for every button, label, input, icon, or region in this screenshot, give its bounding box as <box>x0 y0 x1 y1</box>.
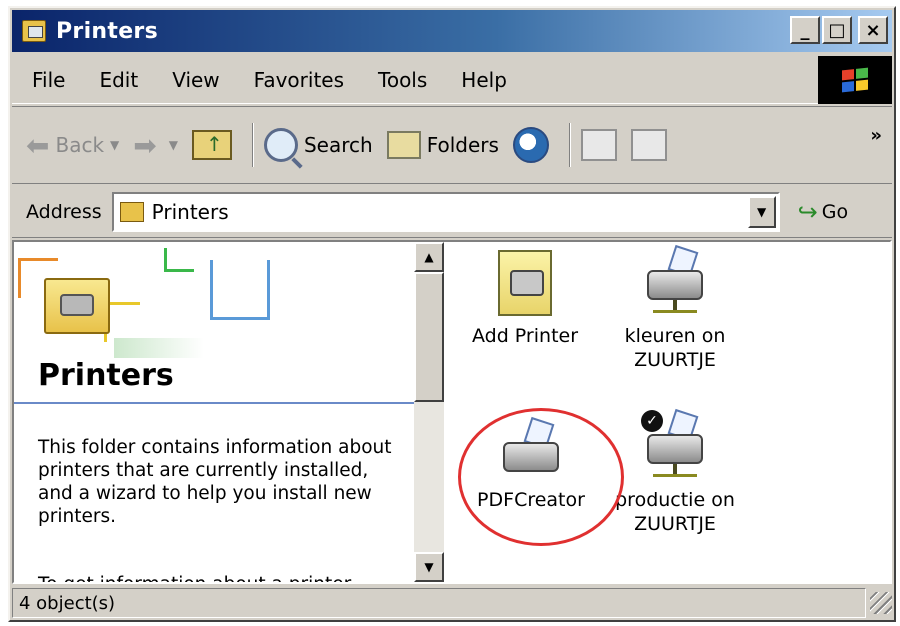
pane-description: This folder contains information about p… <box>38 437 392 527</box>
search-button[interactable]: Search <box>263 128 373 162</box>
toolbar-separator <box>251 123 254 167</box>
minimize-icon: _ <box>800 19 810 41</box>
scroll-up-button[interactable]: ▲ <box>414 242 444 272</box>
printers-folder-large-icon <box>44 278 110 334</box>
scroll-down-button[interactable]: ▼ <box>414 552 444 582</box>
search-label: Search <box>303 133 373 157</box>
go-button[interactable]: ↪ Go <box>798 198 848 226</box>
address-label: Address <box>26 200 102 223</box>
up-folder-icon[interactable] <box>191 130 232 160</box>
vertical-scrollbar[interactable]: ▲ ▼ <box>414 242 444 582</box>
close-icon: × <box>865 19 881 41</box>
chevron-up-icon: ▲ <box>424 250 434 264</box>
search-icon <box>263 128 298 162</box>
banner-decoration <box>210 260 270 320</box>
network-printer-default-icon: ✓ <box>641 408 707 478</box>
folders-button[interactable]: Folders <box>386 131 499 159</box>
maximize-icon: □ <box>828 19 846 41</box>
menu-edit[interactable]: Edit <box>95 66 142 94</box>
menu-favorites[interactable]: Favorites <box>250 66 348 94</box>
folder-content: Printers This folder contains informatio… <box>12 240 892 584</box>
back-label: Back <box>55 133 105 157</box>
go-label: Go <box>821 200 849 223</box>
copy-to-icon[interactable] <box>630 129 667 161</box>
chevron-down-icon: ▼ <box>424 560 434 574</box>
title-bar[interactable]: Printers _ □ × <box>12 10 892 52</box>
item-label: Add Printer <box>471 325 579 347</box>
printer-item-kleuren[interactable]: kleuren on ZUURTJE <box>600 242 750 372</box>
resize-grip-icon[interactable] <box>870 592 892 614</box>
folder-banner: Printers <box>14 242 414 398</box>
forward-button[interactable]: ➡ ▼ <box>133 129 178 162</box>
status-text: 4 object(s) <box>12 588 866 618</box>
window-title: Printers <box>56 18 158 44</box>
toolbar-separator <box>568 123 571 167</box>
web-view-pane: Printers This folder contains informatio… <box>14 242 414 582</box>
back-dropdown-icon[interactable]: ▼ <box>110 138 119 152</box>
pane-more-text: To get information about a printer <box>38 574 398 582</box>
pane-divider <box>14 402 414 404</box>
status-bar: 4 object(s) <box>12 586 892 620</box>
explorer-window: Printers _ □ × File Edit View Favorites … <box>8 6 896 622</box>
minimize-button[interactable]: _ <box>790 16 820 44</box>
back-arrow-icon: ⬅ <box>26 128 50 162</box>
item-label: productie on ZUURTJE <box>615 489 735 535</box>
address-input[interactable]: Printers ▼ <box>111 191 780 232</box>
address-bar: Address Printers ▼ ↪ Go <box>12 186 892 238</box>
history-icon[interactable] <box>512 127 549 163</box>
windows-flag-icon <box>842 67 868 93</box>
item-label: kleuren on ZUURTJE <box>624 325 726 371</box>
chevron-down-icon: ▼ <box>757 204 767 219</box>
pane-title: Printers <box>38 358 174 393</box>
highlight-circle <box>458 408 624 546</box>
printers-folder-icon <box>22 20 46 42</box>
scrollbar-thumb[interactable] <box>414 272 444 402</box>
folders-label: Folders <box>426 133 499 157</box>
address-dropdown-button[interactable]: ▼ <box>747 195 776 228</box>
forward-dropdown-icon[interactable]: ▼ <box>169 138 178 152</box>
close-button[interactable]: × <box>858 16 888 44</box>
menu-bar: File Edit View Favorites Tools Help <box>12 56 892 104</box>
window-controls: _ □ × <box>790 16 888 44</box>
printers-folder-icon <box>119 201 144 222</box>
toolbar-more-button[interactable]: » <box>870 125 882 146</box>
forward-arrow-icon: ➡ <box>133 128 157 162</box>
folders-icon <box>386 131 421 159</box>
move-to-icon[interactable] <box>580 129 617 161</box>
banner-decoration <box>164 248 194 272</box>
menu-help[interactable]: Help <box>457 66 511 94</box>
standard-toolbar: ⬅ Back ▼ ➡ ▼ Search Folders » <box>12 106 892 184</box>
printer-list: Add Printer kleuren on ZUURTJE PDFCreato… <box>444 242 890 582</box>
menu-view[interactable]: View <box>168 66 223 94</box>
go-arrow-icon: ↪ <box>797 197 818 226</box>
address-value: Printers <box>151 199 229 224</box>
add-printer-item[interactable]: Add Printer <box>450 242 600 348</box>
menu-file[interactable]: File <box>28 66 69 94</box>
maximize-button[interactable]: □ <box>822 16 852 44</box>
windows-logo <box>818 56 892 104</box>
add-printer-icon <box>498 250 552 316</box>
network-printer-icon <box>643 244 707 314</box>
menu-tools[interactable]: Tools <box>374 66 431 94</box>
banner-decoration <box>114 338 204 358</box>
default-printer-check-icon: ✓ <box>641 410 663 432</box>
back-button[interactable]: ⬅ Back ▼ <box>26 129 119 162</box>
